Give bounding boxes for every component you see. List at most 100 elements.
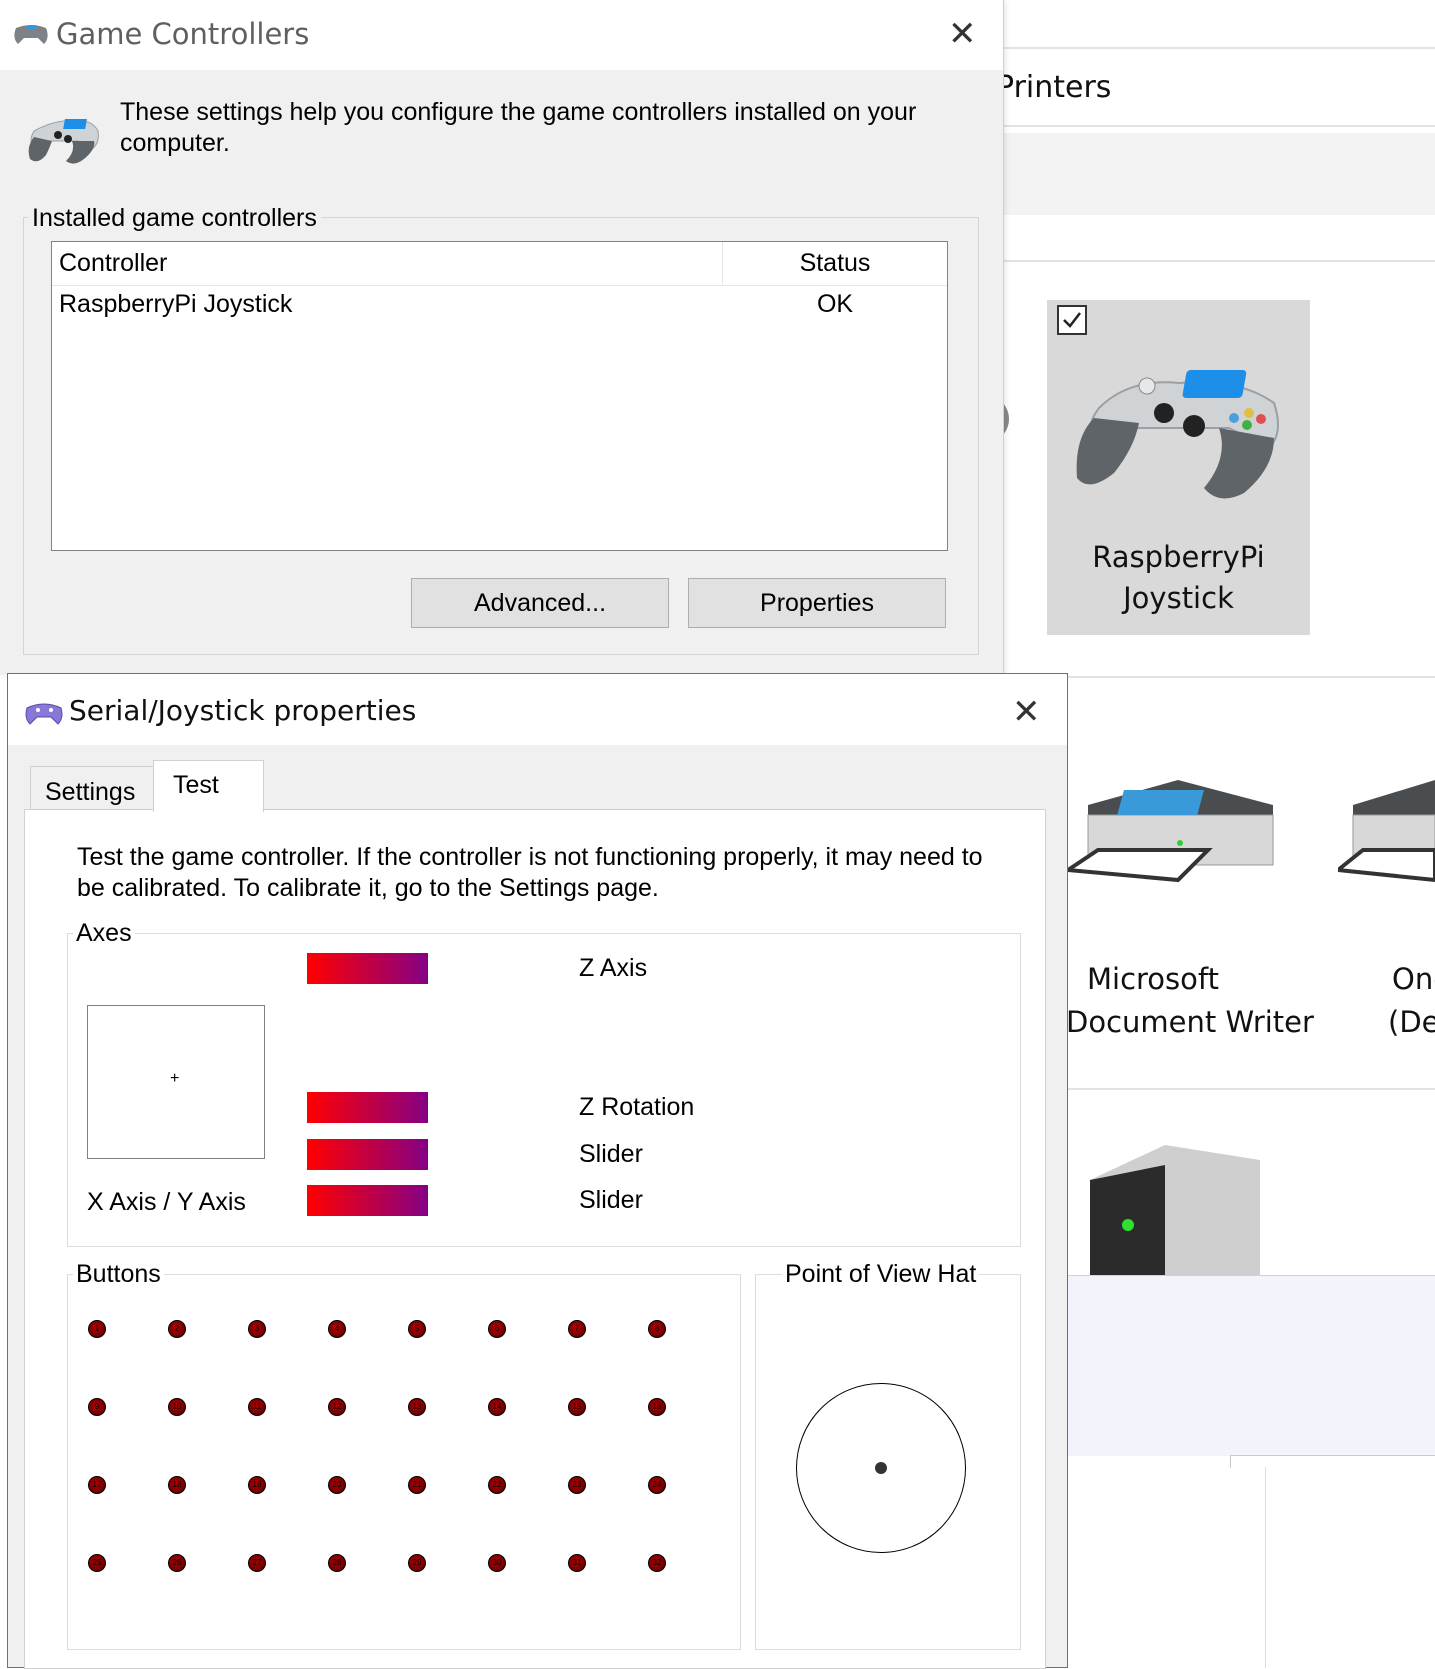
- joystick-button-indicator: 32: [648, 1554, 666, 1572]
- xy-crosshair: +: [170, 1070, 180, 1087]
- gamepad-icon: [14, 25, 48, 44]
- checkbox[interactable]: [1057, 305, 1087, 335]
- gamepad-icon: [1076, 370, 1279, 499]
- joystick-button-indicator: 12: [328, 1398, 346, 1416]
- list-item[interactable]: RaspberryPi Joystick OK: [52, 285, 947, 323]
- controller-name: RaspberryPi Joystick: [59, 290, 293, 318]
- joystick-button-indicator: 17: [88, 1476, 106, 1494]
- intro-text: These settings help you configure the ga…: [120, 98, 917, 157]
- pov-hat-circle: [796, 1383, 966, 1553]
- joystick-button-indicator: 5: [408, 1320, 426, 1338]
- game-controllers-dialog: Game Controllers ✕ These settings help y…: [0, 0, 1003, 675]
- z-rotation-label: Z Rotation: [579, 1093, 695, 1121]
- joystick-button-indicator: 30: [488, 1554, 506, 1572]
- joystick-button-indicator: 2: [168, 1320, 186, 1338]
- section-title: Printers: [996, 70, 1112, 105]
- joystick-button-indicator: 27: [248, 1554, 266, 1572]
- title-bar: Game Controllers ✕: [0, 0, 1003, 70]
- z-axis-label: Z Axis: [579, 954, 648, 982]
- joystick-button-indicator: 7: [568, 1320, 586, 1338]
- joystick-properties-dialog: Serial/Joystick properties ✕ Settings Te…: [7, 673, 1068, 1669]
- controllers-list[interactable]: Controller Status RaspberryPi Joystick O…: [51, 241, 948, 551]
- device-label-line2: Joystick: [1123, 581, 1234, 615]
- joystick-button-indicator: 31: [568, 1554, 586, 1572]
- slider-label: Slider: [579, 1186, 643, 1214]
- divider: [1068, 1088, 1435, 1090]
- column-header-status[interactable]: Status: [723, 242, 947, 285]
- close-icon[interactable]: ✕: [1012, 692, 1041, 732]
- joystick-button-indicator: 20: [328, 1476, 346, 1494]
- properties-button[interactable]: Properties: [688, 578, 946, 628]
- joystick-button-indicator: 15: [568, 1398, 586, 1416]
- group-label: Point of View Hat: [782, 1260, 980, 1289]
- joystick-button-indicator: 26: [168, 1554, 186, 1572]
- window-title: Serial/Joystick properties: [69, 694, 417, 727]
- joystick-button-indicator: 24: [648, 1476, 666, 1494]
- joystick-button-indicator: 11: [248, 1398, 266, 1416]
- joystick-button-indicator: 3: [248, 1320, 266, 1338]
- title-bar: Serial/Joystick properties ✕: [8, 674, 1067, 745]
- column-header-controller[interactable]: Controller: [59, 242, 167, 285]
- list-header: Controller Status: [52, 242, 947, 286]
- close-icon[interactable]: ✕: [948, 14, 977, 54]
- group-label: Axes: [73, 919, 135, 948]
- joystick-button-indicator: 8: [648, 1320, 666, 1338]
- joystick-button-indicator: 9: [88, 1398, 106, 1416]
- group-label: Buttons: [73, 1260, 164, 1289]
- check-icon: [1063, 312, 1081, 328]
- device-raspberrypi-joystick[interactable]: RaspberryPi Joystick: [1047, 300, 1310, 635]
- divider: [1265, 1467, 1266, 1668]
- slider-bar: [307, 1185, 428, 1216]
- test-tab-page: Test the game controller. If the control…: [24, 809, 1046, 1669]
- device-label-line2: Document Writer: [1066, 1005, 1314, 1039]
- advanced-button[interactable]: Advanced...: [411, 578, 669, 628]
- device-label-line1: Microsoft: [1087, 962, 1219, 996]
- joystick-button-indicator: 6: [488, 1320, 506, 1338]
- window-title: Game Controllers: [56, 17, 310, 51]
- tab-test[interactable]: Test: [153, 760, 264, 812]
- gamepad-icon: [28, 119, 99, 164]
- pov-hat-group: Point of View Hat: [755, 1260, 1021, 1650]
- computer-icon: [1090, 1145, 1260, 1280]
- printer-icon: [1068, 780, 1274, 883]
- device-label-line1: One: [1392, 962, 1435, 996]
- joystick-button-indicator: 18: [168, 1476, 186, 1494]
- divider: [1003, 125, 1435, 127]
- divider: [1003, 47, 1435, 49]
- joystick-button-indicator: 1: [88, 1320, 106, 1338]
- xy-axis-label: X Axis / Y Axis: [87, 1188, 246, 1216]
- z-rotation-bar: [307, 1092, 428, 1123]
- divider: [1230, 1455, 1435, 1468]
- z-axis-bar: [307, 953, 428, 984]
- joystick-button-indicator: 23: [568, 1476, 586, 1494]
- tab-settings[interactable]: Settings: [30, 766, 154, 810]
- device-label-line2: (De: [1388, 1005, 1435, 1039]
- pov-hat-indicator: [875, 1462, 887, 1474]
- slider-label: Slider: [579, 1140, 643, 1168]
- joystick-button-indicator: 14: [488, 1398, 506, 1416]
- buttons-group: Buttons 1 2 3 4 5 6 7 8 9 10 11 12 13 14 15 16 17 18 19 20 2…: [67, 1260, 741, 1650]
- joystick-button-indicator: 28: [328, 1554, 346, 1572]
- gamepad-icon: [25, 703, 63, 725]
- joystick-button-indicator: 16: [648, 1398, 666, 1416]
- joystick-button-indicator: 22: [488, 1476, 506, 1494]
- toolbar-band: [1003, 133, 1435, 215]
- joystick-button-indicator: 4: [328, 1320, 346, 1338]
- axes-group: Axes + X Axis / Y Axis Z Axis Z Rotation…: [67, 919, 1021, 1247]
- joystick-button-indicator: 29: [408, 1554, 426, 1572]
- joystick-button-indicator: 25: [88, 1554, 106, 1572]
- xy-axis-box: +: [87, 1005, 265, 1159]
- device-label-line1: RaspberryPi: [1092, 540, 1265, 574]
- joystick-button-indicator: 19: [248, 1476, 266, 1494]
- printer-icon: [1338, 780, 1435, 883]
- joystick-button-indicator: 10: [168, 1398, 186, 1416]
- group-label: Installed game controllers: [28, 204, 321, 233]
- slider-bar: [307, 1139, 428, 1170]
- joystick-button-indicator: 21: [408, 1476, 426, 1494]
- divider: [1003, 260, 1435, 262]
- details-pane: [1067, 1275, 1435, 1456]
- divider: [1068, 676, 1435, 678]
- joystick-button-indicator: 13: [408, 1398, 426, 1416]
- controller-status: OK: [816, 290, 854, 318]
- test-intro-text: Test the game controller. If the control…: [77, 843, 983, 902]
